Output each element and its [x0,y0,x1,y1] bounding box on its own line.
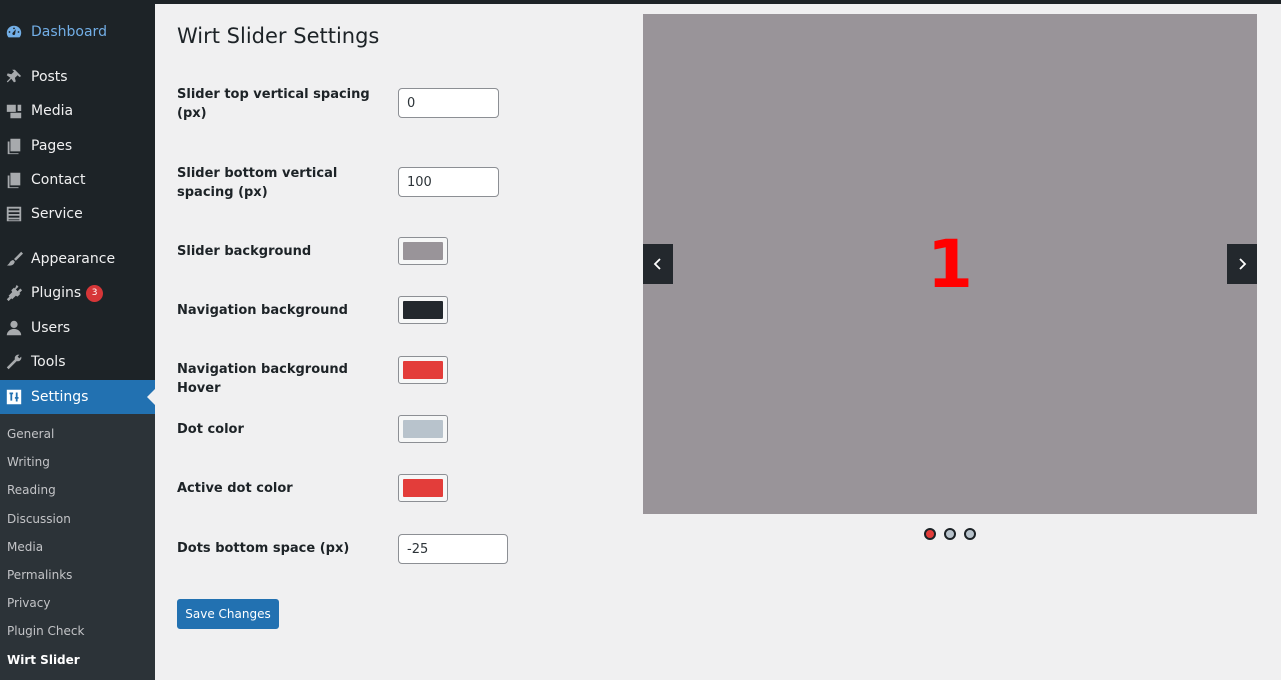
active-dot-color-label: Active dot color [177,481,293,496]
plugins-update-badge: 3 [86,284,104,302]
menu-item-posts[interactable]: Posts [0,60,155,94]
page-title: Wirt Slider Settings [177,24,380,48]
submenu-plugin-check[interactable]: Plugin Check [7,622,84,640]
top-spacing-label: Slider top vertical spacing (px) [177,87,370,121]
navigation-background-swatch [403,301,443,319]
menu-label-dashboard: Dashboard [31,24,107,40]
slider-prev-button[interactable] [643,244,673,284]
slider-background-swatch [403,242,443,260]
media-icon [4,101,24,121]
menu-label-tools: Tools [31,354,66,370]
submenu-general[interactable]: General [7,425,54,443]
admin-bar [0,0,1281,4]
menu-item-settings[interactable]: Settings [0,380,155,414]
menu-label-contact: Contact [31,172,86,188]
active-dot-color-picker[interactable] [398,474,448,502]
menu-label-settings: Settings [31,389,89,405]
menu-item-media[interactable]: Media [0,94,155,128]
slide-number: 1 [927,226,973,303]
bottom-spacing-label: Slider bottom vertical spacing (px) [177,166,338,200]
dots-bottom-space-input[interactable] [398,534,508,564]
submenu-media[interactable]: Media [7,538,43,556]
pages-icon [4,170,24,190]
pin-icon [4,67,24,87]
submenu-permalinks[interactable]: Permalinks [7,566,72,584]
dot-color-picker[interactable] [398,415,448,443]
menu-label-service: Service [31,206,83,222]
menu-item-service[interactable]: Service [0,197,155,231]
slider-background-color-picker[interactable] [398,237,448,265]
settings-submenu: General Writing Reading Discussion Media… [0,414,155,680]
bottom-spacing-input[interactable] [398,167,499,197]
menu-item-appearance[interactable]: Appearance [0,242,155,276]
slider-preview: 1 [643,14,1257,514]
dot-color-label: Dot color [177,422,244,437]
menu-label-pages: Pages [31,138,73,154]
admin-sidebar: Dashboard Posts Media Pages Contact Serv… [0,0,155,680]
menu-item-plugins[interactable]: Plugins 3 [0,276,155,310]
menu-label-plugins: Plugins [31,285,82,301]
submenu-writing[interactable]: Writing [7,453,50,471]
save-changes-button[interactable]: Save Changes [177,599,279,629]
submenu-privacy[interactable]: Privacy [7,594,50,612]
menu-item-contact[interactable]: Contact [0,163,155,197]
slider-dot[interactable] [944,528,956,540]
submenu-wirt-slider[interactable]: Wirt Slider [7,651,80,669]
slider-dot[interactable] [964,528,976,540]
chevron-left-icon [653,258,661,270]
submenu-reading[interactable]: Reading [7,481,56,499]
navigation-background-hover-swatch [403,361,443,379]
chevron-right-icon [1239,258,1247,270]
active-dot-color-swatch [403,479,443,497]
dots-bottom-space-label: Dots bottom space (px) [177,541,350,556]
slider-next-button[interactable] [1227,244,1257,284]
plug-icon [4,283,24,303]
navigation-background-label: Navigation background [177,303,348,318]
menu-item-dashboard[interactable]: Dashboard [0,15,155,49]
menu-label-media: Media [31,103,74,119]
user-icon [4,318,24,338]
slider-background-label: Slider background [177,244,312,259]
list-icon [4,204,24,224]
brush-icon [4,249,24,269]
slider-dots [924,528,976,540]
menu-item-users[interactable]: Users [0,311,155,345]
pages-icon [4,136,24,156]
submenu-discussion[interactable]: Discussion [7,510,71,528]
menu-label-appearance: Appearance [31,251,116,267]
menu-label-users: Users [31,320,71,336]
settings-icon [4,387,24,407]
wrench-icon [4,352,24,372]
navigation-background-hover-label: Navigation background Hover [177,362,348,396]
top-spacing-input[interactable] [398,88,499,118]
dot-color-swatch [403,420,443,438]
menu-label-posts: Posts [31,69,68,85]
menu-item-tools[interactable]: Tools [0,345,155,379]
dashboard-icon [4,22,24,42]
navigation-background-color-picker[interactable] [398,296,448,324]
navigation-background-hover-color-picker[interactable] [398,356,448,384]
slider-dot[interactable] [924,528,936,540]
menu-item-pages[interactable]: Pages [0,129,155,163]
